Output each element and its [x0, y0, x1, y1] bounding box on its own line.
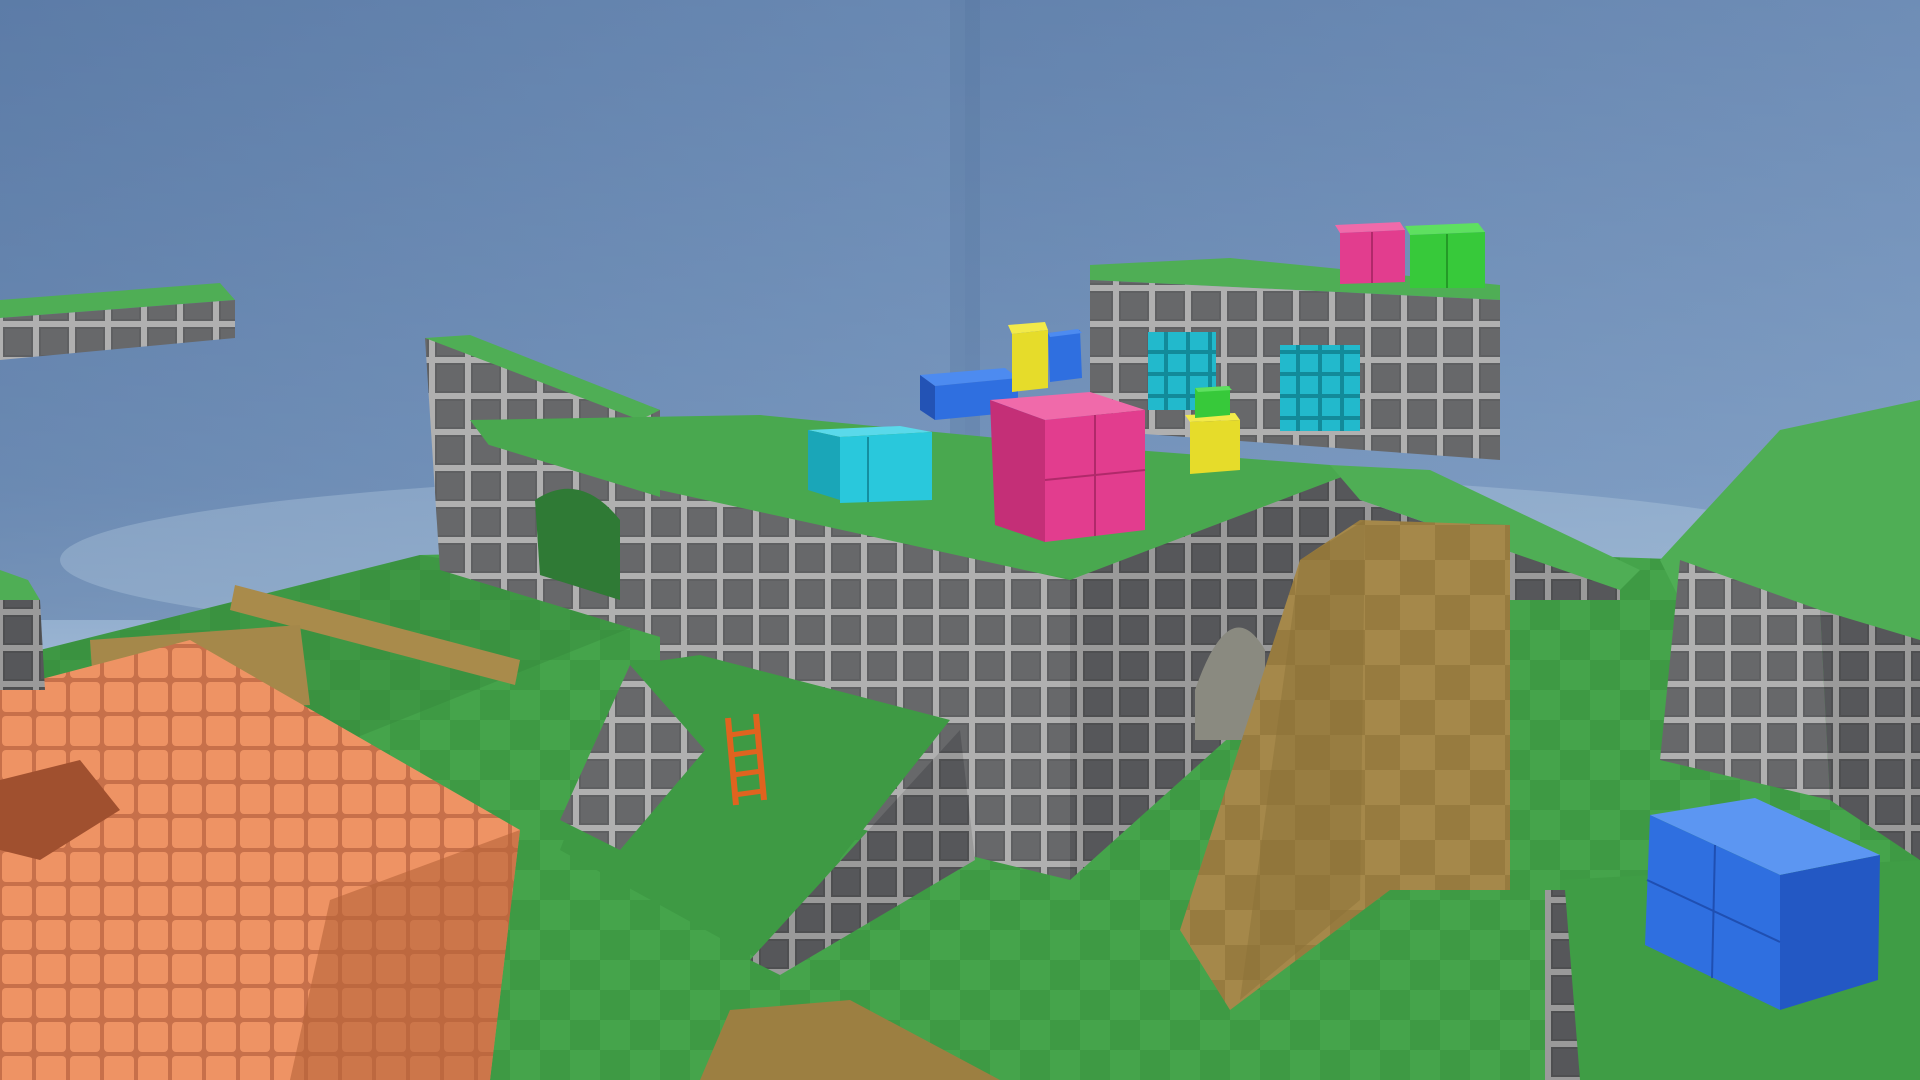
green-cube-tower[interactable] [1405, 223, 1485, 288]
magenta-cube-tower[interactable] [1335, 222, 1405, 284]
yellow-cube-stack[interactable] [1008, 322, 1048, 392]
tiny-green-cube[interactable] [1195, 386, 1232, 418]
cyan-crate[interactable] [808, 426, 932, 503]
game-viewport[interactable] [0, 0, 1920, 1080]
teal-door-right [1280, 345, 1360, 431]
level-render [0, 0, 1920, 1080]
yellow-cube-small[interactable] [1185, 413, 1240, 474]
rear-tower [1090, 258, 1500, 460]
magenta-cube-large[interactable] [990, 392, 1146, 542]
small-blue-cube[interactable] [1048, 329, 1082, 382]
